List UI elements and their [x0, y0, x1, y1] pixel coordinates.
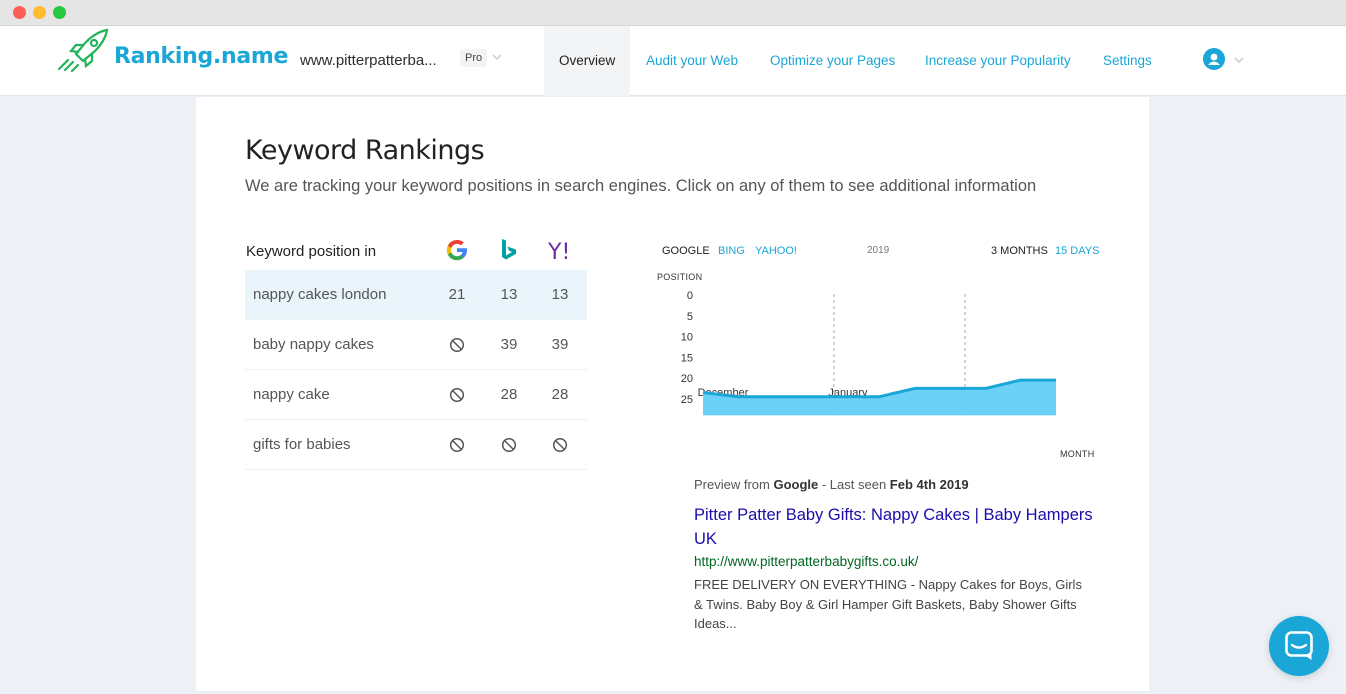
bing-position: 13: [500, 286, 518, 303]
user-avatar[interactable]: [1203, 48, 1225, 70]
bing-icon: [502, 239, 516, 260]
plan-badge: Pro: [460, 49, 488, 67]
preview-source-engine: Google: [773, 477, 819, 492]
y-tick-label: 10: [681, 332, 693, 344]
table-header: Keyword position in Y!: [245, 234, 587, 270]
chevron-down-icon[interactable]: [1233, 55, 1245, 65]
user-icon: [1208, 53, 1220, 65]
maximize-window-button[interactable]: [53, 6, 66, 19]
table-header-label: Keyword position in: [246, 243, 377, 260]
top-navbar: Ranking.name www.pitterpatterba... Pro O…: [0, 26, 1346, 96]
preview-source-line: Preview from Google - Last seen Feb 4th …: [694, 477, 1094, 492]
not-ranked-icon: [501, 437, 517, 453]
not-ranked-icon: [449, 437, 465, 453]
site-selector[interactable]: www.pitterpatterba...: [300, 52, 437, 69]
keyword-row[interactable]: baby nappy cakes 39 39: [245, 320, 587, 370]
y-tick-label: 25: [681, 394, 693, 406]
keyword-rows: nappy cakes london 21 13 13 baby nappy cakes…: [245, 270, 587, 470]
nav-settings[interactable]: Settings: [1103, 26, 1152, 96]
keyword-name: gifts for babies: [253, 436, 351, 453]
preview-source-prefix: Preview from: [694, 477, 774, 492]
yahoo-position: 28: [551, 386, 569, 403]
keyword-rankings-card: Keyword Rankings We are tracking your ke…: [196, 97, 1149, 691]
preview-title-link[interactable]: Pitter Patter Baby Gifts: Nappy Cakes | …: [694, 503, 1094, 551]
keyword-row[interactable]: gifts for babies: [245, 420, 587, 470]
nav-overview[interactable]: Overview: [544, 26, 631, 96]
not-ranked-icon: [449, 337, 465, 353]
nav-increase-your-popularity[interactable]: Increase your Popularity: [925, 26, 1071, 96]
y-tick-label: 0: [687, 290, 693, 302]
preview-seen-prefix: - Last seen: [818, 477, 890, 492]
nav-audit-your-web[interactable]: Audit your Web: [646, 26, 738, 96]
keyword-table: Keyword position in Y! nappy cakes londo…: [245, 234, 587, 470]
not-ranked-icon: [552, 437, 568, 453]
y-tick-label: 5: [687, 311, 693, 323]
bing-position: 28: [500, 386, 518, 403]
google-position: 21: [448, 286, 466, 303]
minimize-window-button[interactable]: [33, 6, 46, 19]
svg-text:Y!: Y!: [547, 240, 570, 264]
brand-name: Ranking.name: [114, 44, 289, 69]
preview-seen-date: Feb 4th 2019: [889, 477, 969, 492]
page-title: Keyword Rankings: [245, 135, 485, 166]
yahoo-icon: Y!: [547, 240, 570, 264]
preview-description: FREE DELIVERY ON EVERYTHING - Nappy Cake…: [694, 577, 1082, 631]
keyword-name: baby nappy cakes: [253, 336, 374, 353]
keyword-row[interactable]: nappy cake 28 28: [245, 370, 587, 420]
keyword-name: nappy cakes london: [253, 286, 387, 303]
nav-optimize-your-pages[interactable]: Optimize your Pages: [770, 26, 895, 96]
window-titlebar: [0, 0, 1346, 26]
y-tick-label: 20: [681, 373, 693, 385]
chat-button[interactable]: [1269, 616, 1329, 676]
preview-url: http://www.pitterpatterbabygifts.co.uk/: [694, 554, 919, 569]
serp-preview: Preview from Google - Last seen Feb 4th …: [694, 477, 1094, 634]
page-subtitle: We are tracking your keyword positions i…: [245, 177, 1037, 195]
chat-icon: [1285, 631, 1313, 660]
chart-plot: 0510152025DecemberJanuaryFebruary: [681, 290, 1057, 416]
yahoo-position: 39: [551, 336, 569, 353]
y-tick-label: 15: [681, 352, 693, 364]
keyword-name: nappy cake: [253, 386, 330, 403]
brand-logo[interactable]: Ranking.name: [56, 28, 288, 72]
keyword-row[interactable]: nappy cakes london 21 13 13: [245, 270, 587, 320]
yahoo-position: 13: [551, 286, 569, 303]
chevron-down-icon[interactable]: [491, 52, 503, 62]
close-window-button[interactable]: [13, 6, 26, 19]
rocket-icon: [57, 28, 109, 72]
not-ranked-icon: [449, 387, 465, 403]
ranking-chart: GOOGLE BING YAHOO! 2019 3 MONTHS 15 DAYS…: [656, 237, 1099, 467]
google-icon: [446, 240, 467, 261]
bing-position: 39: [500, 336, 518, 353]
